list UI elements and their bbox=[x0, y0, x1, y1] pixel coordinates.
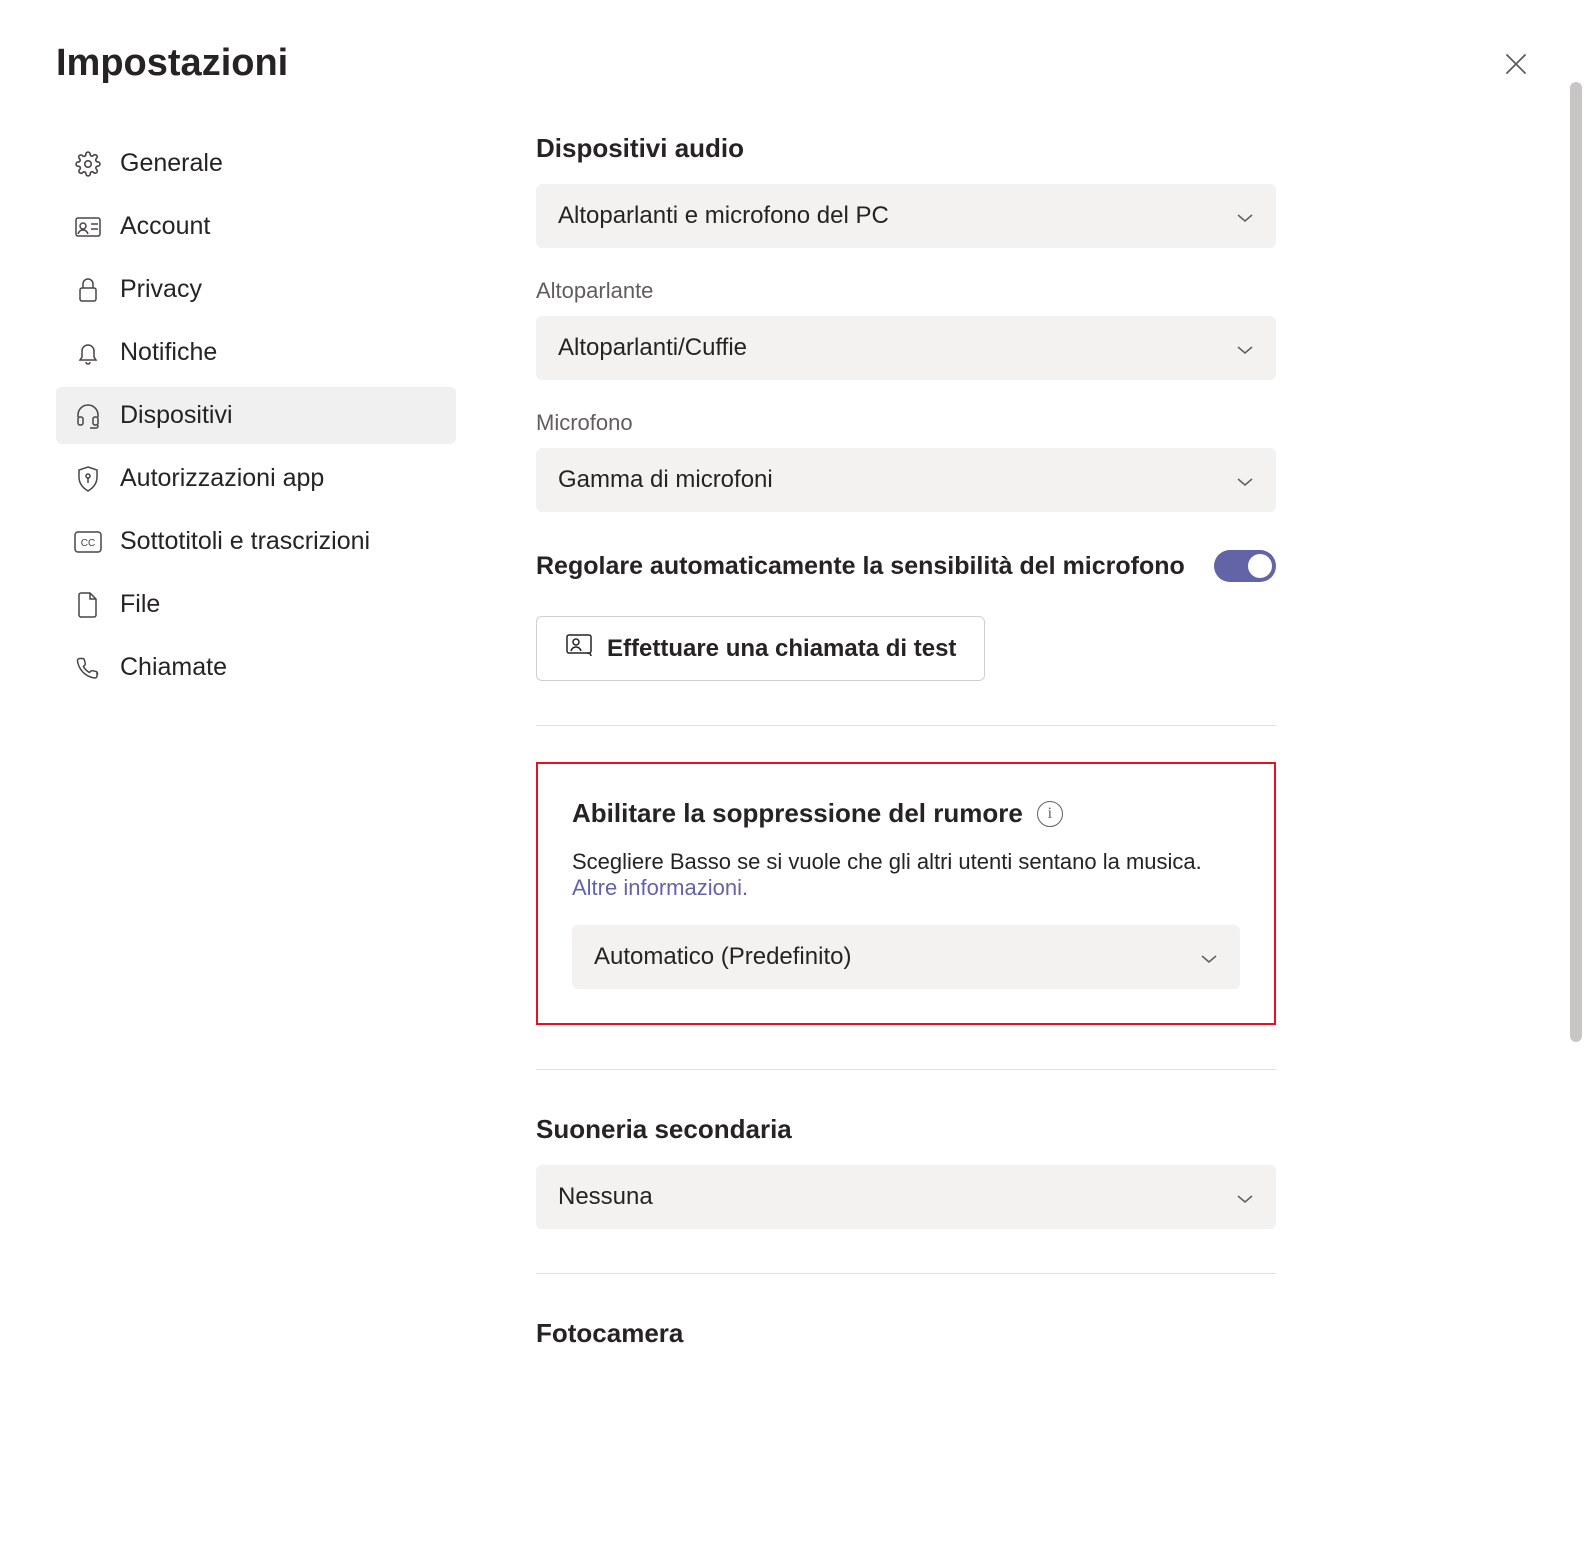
sidebar-item-label: Generale bbox=[120, 149, 223, 178]
microphone-label: Microfono bbox=[536, 410, 1276, 436]
noise-suppression-description: Scegliere Basso se si vuole che gli altr… bbox=[572, 849, 1202, 874]
bell-icon bbox=[74, 339, 102, 367]
test-call-label: Effettuare una chiamata di test bbox=[607, 635, 956, 663]
test-call-button[interactable]: Effettuare una chiamata di test bbox=[536, 616, 985, 681]
microphone-value: Gamma di microfoni bbox=[558, 466, 773, 494]
camera-heading: Fotocamera bbox=[536, 1318, 1276, 1349]
noise-suppression-highlight: Abilitare la soppressione del rumore i S… bbox=[536, 762, 1276, 1025]
close-icon bbox=[1505, 53, 1527, 75]
chevron-down-icon bbox=[1236, 334, 1254, 362]
sidebar-item-captions[interactable]: CC Sottotitoli e trascrizioni bbox=[56, 513, 456, 570]
sidebar-item-label: Privacy bbox=[120, 275, 202, 304]
speaker-label: Altoparlante bbox=[536, 278, 1276, 304]
auto-adjust-label: Regolare automaticamente la sensibilità … bbox=[536, 552, 1185, 581]
audio-devices-heading: Dispositivi audio bbox=[536, 133, 1276, 164]
secondary-ringer-heading: Suoneria secondaria bbox=[536, 1114, 1276, 1145]
settings-main: Dispositivi audio Altoparlanti e microfo… bbox=[456, 115, 1276, 1369]
phone-icon bbox=[74, 654, 102, 682]
divider bbox=[536, 1069, 1276, 1070]
divider bbox=[536, 725, 1276, 726]
sidebar-item-account[interactable]: Account bbox=[56, 198, 456, 255]
audio-devices-select[interactable]: Altoparlanti e microfono del PC bbox=[536, 184, 1276, 248]
file-icon bbox=[74, 591, 102, 619]
secondary-ringer-select[interactable]: Nessuna bbox=[536, 1165, 1276, 1229]
auto-adjust-toggle[interactable] bbox=[1214, 550, 1276, 582]
sidebar-item-label: Account bbox=[120, 212, 210, 241]
sidebar-item-app-permissions[interactable]: Autorizzazioni app bbox=[56, 450, 456, 507]
sidebar-item-label: Notifiche bbox=[120, 338, 217, 367]
speaker-select[interactable]: Altoparlanti/Cuffie bbox=[536, 316, 1276, 380]
chevron-down-icon bbox=[1236, 202, 1254, 230]
sidebar-item-label: Dispositivi bbox=[120, 401, 233, 430]
secondary-ringer-value: Nessuna bbox=[558, 1183, 653, 1211]
sidebar-item-privacy[interactable]: Privacy bbox=[56, 261, 456, 318]
scrollbar[interactable] bbox=[1570, 82, 1582, 1042]
audio-devices-value: Altoparlanti e microfono del PC bbox=[558, 202, 889, 230]
sidebar-item-general[interactable]: Generale bbox=[56, 135, 456, 192]
chevron-down-icon bbox=[1200, 943, 1218, 971]
svg-text:CC: CC bbox=[81, 538, 95, 549]
sidebar-item-label: Sottotitoli e trascrizioni bbox=[120, 527, 370, 556]
sidebar-item-label: Chiamate bbox=[120, 653, 227, 682]
lock-icon bbox=[74, 276, 102, 304]
headset-icon bbox=[74, 402, 102, 430]
test-call-icon bbox=[565, 633, 593, 664]
settings-sidebar: Generale Account Privacy Notifiche Dispo bbox=[56, 115, 456, 1369]
sidebar-item-label: Autorizzazioni app bbox=[120, 464, 324, 493]
sidebar-item-notifications[interactable]: Notifiche bbox=[56, 324, 456, 381]
id-card-icon bbox=[74, 213, 102, 241]
chevron-down-icon bbox=[1236, 466, 1254, 494]
chevron-down-icon bbox=[1236, 1183, 1254, 1211]
speaker-value: Altoparlanti/Cuffie bbox=[558, 334, 747, 362]
close-button[interactable] bbox=[1500, 48, 1532, 80]
microphone-select[interactable]: Gamma di microfoni bbox=[536, 448, 1276, 512]
noise-suppression-heading: Abilitare la soppressione del rumore bbox=[572, 798, 1023, 829]
cc-icon: CC bbox=[74, 528, 102, 556]
divider bbox=[536, 1273, 1276, 1274]
info-icon[interactable]: i bbox=[1037, 801, 1063, 827]
sidebar-item-label: File bbox=[120, 590, 160, 619]
shield-key-icon bbox=[74, 465, 102, 493]
page-title: Impostazioni bbox=[56, 42, 288, 85]
sidebar-item-files[interactable]: File bbox=[56, 576, 456, 633]
more-info-link[interactable]: Altre informazioni. bbox=[572, 875, 748, 900]
noise-suppression-select[interactable]: Automatico (Predefinito) bbox=[572, 925, 1240, 989]
gear-icon bbox=[74, 150, 102, 178]
sidebar-item-devices[interactable]: Dispositivi bbox=[56, 387, 456, 444]
sidebar-item-calls[interactable]: Chiamate bbox=[56, 639, 456, 696]
noise-suppression-value: Automatico (Predefinito) bbox=[594, 943, 851, 971]
